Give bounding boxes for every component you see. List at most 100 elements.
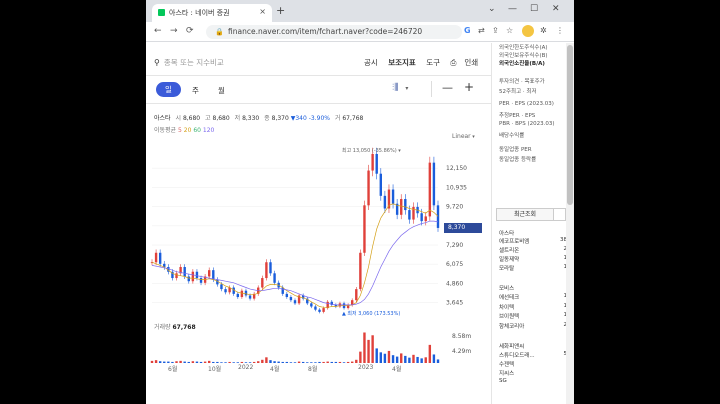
candle-body: [355, 289, 358, 301]
volume-bar: [318, 361, 321, 363]
volume-bar: [306, 362, 309, 363]
candle-body: [408, 210, 411, 220]
scrollbar[interactable]: [566, 43, 574, 404]
candle-body: [244, 290, 248, 296]
change-value: ▼340: [290, 115, 307, 122]
recent-item-name: 에선테크: [499, 295, 520, 301]
menu-indicators[interactable]: 보조지표: [388, 58, 416, 67]
recent-item[interactable]: 차이텍1: [499, 303, 567, 311]
maximize-button[interactable]: ☐: [530, 4, 538, 14]
extensions-icon[interactable]: ✲: [540, 26, 547, 35]
moving-average-legend: 이동평균 5 20 60 120: [154, 125, 214, 134]
recent-item-name: 일동제약: [499, 257, 520, 263]
period-month-button[interactable]: 월: [218, 85, 225, 96]
recent-item-name: 셀트리온: [499, 248, 520, 254]
compare-search[interactable]: ⚲ 종목 또는 지수비교: [154, 57, 224, 68]
info-line: 동일업종 등락률: [499, 157, 537, 163]
recent-item[interactable]: 모라탈1: [499, 264, 567, 272]
url-field[interactable]: 🔒 finance.naver.com/item/fchart.naver?co…: [206, 25, 462, 39]
recent-item[interactable]: 스튜디오드래...5: [499, 351, 567, 359]
period-week-button[interactable]: 주: [192, 85, 199, 96]
recent-item[interactable]: 모비스: [499, 284, 567, 292]
menu-print[interactable]: 인쇄: [464, 58, 478, 67]
recent-item[interactable]: 에선테크1: [499, 293, 567, 301]
new-tab-button[interactable]: +: [276, 4, 285, 17]
tab-close-icon[interactable]: ×: [259, 7, 266, 16]
candle-body: [187, 276, 190, 282]
menu-dots-icon[interactable]: ⋮: [556, 26, 564, 35]
close-window-button[interactable]: ✕: [552, 4, 560, 14]
volume-bar: [408, 357, 411, 363]
minimize-button[interactable]: —: [508, 4, 517, 14]
volume-bar: [171, 361, 174, 363]
volume-bar: [289, 362, 293, 363]
open-value: 8,680: [182, 115, 201, 122]
high-label: 고: [205, 115, 211, 122]
volume-bar: [212, 361, 215, 363]
period-day-button[interactable]: 일: [156, 82, 181, 97]
google-icon[interactable]: G: [464, 26, 471, 35]
y-tick-label: 3,645: [446, 300, 463, 307]
candle-body: [318, 309, 321, 312]
candle-body: [236, 293, 239, 298]
candle-body: [220, 284, 223, 290]
volume-bar: [175, 361, 178, 363]
candle-body: [436, 205, 440, 228]
volume-bar: [330, 361, 333, 363]
divider: [146, 103, 491, 104]
candle-body: [432, 162, 436, 206]
y-tick-label: 6,075: [446, 261, 463, 268]
bookmark-star-icon[interactable]: ☆: [506, 26, 513, 35]
volume-bar: [150, 360, 154, 363]
volume-bar: [158, 361, 162, 363]
recent-item[interactable]: 항체코리아2: [499, 322, 567, 330]
volume-bar: [301, 361, 305, 363]
x-tick-label: 6월: [168, 366, 178, 373]
zoom-out-button[interactable]: —: [442, 81, 453, 94]
volume-bar: [424, 357, 427, 363]
recent-views-tab[interactable]: 최근조회: [496, 208, 554, 221]
reload-icon[interactable]: ⟳: [186, 26, 194, 36]
candle-body: [375, 153, 378, 174]
forward-icon[interactable]: →: [170, 26, 178, 36]
volume-tick-mid: 4.29m: [452, 348, 472, 355]
tab-search-icon[interactable]: ⌄: [488, 4, 496, 14]
info-line: 52주최고 · 최저: [499, 89, 537, 95]
volume-bar: [391, 355, 395, 363]
high-value: 8,680: [212, 115, 230, 122]
volume-bar: [203, 361, 207, 363]
candle-body: [289, 297, 293, 301]
candle-body: [424, 216, 427, 222]
browser-window: 아스타 : 네이버 증권 × + ⌄ — ☐ ✕ ← → ⟳ 🔒 finance…: [146, 0, 574, 404]
browser-tab[interactable]: 아스타 : 네이버 증권 ×: [152, 4, 272, 22]
translate-icon[interactable]: ⇄: [478, 26, 485, 35]
low-value: 8,330: [242, 115, 260, 122]
volume-bar: [216, 361, 219, 363]
info-line: 동일업종 PER: [499, 147, 532, 153]
profile-avatar[interactable]: [522, 25, 534, 37]
recent-item[interactable]: 수젠텍: [499, 360, 567, 368]
volume-bar: [387, 350, 391, 363]
zoom-in-button[interactable]: +: [464, 80, 474, 94]
volume-value: 67,768: [342, 115, 364, 122]
recent-item[interactable]: 지씨스: [499, 369, 567, 377]
menu-disclosure[interactable]: 공시: [364, 58, 378, 67]
recent-item[interactable]: 일동제약1: [499, 255, 567, 263]
recent-item[interactable]: 세화피앤씨: [499, 342, 567, 350]
recent-item[interactable]: 아스타: [499, 229, 567, 237]
scrollbar-thumb[interactable]: [567, 45, 573, 205]
back-icon[interactable]: ←: [154, 26, 162, 36]
recent-item-name: 모비스: [499, 286, 515, 292]
share-icon[interactable]: ⇪: [492, 26, 499, 35]
recent-item[interactable]: 셀트리온2: [499, 246, 567, 254]
recent-item[interactable]: 브이원텍1: [499, 312, 567, 320]
volume-bar: [383, 353, 387, 363]
tab-spacer: [554, 208, 566, 221]
recent-item[interactable]: 에코프로비엠 38: [499, 237, 567, 245]
volume-bar: [367, 339, 370, 363]
x-tick-label: 4월: [392, 366, 402, 373]
menu-tools[interactable]: 도구: [426, 58, 440, 67]
chart-type-selector[interactable]: ⫶⫼ ▾: [392, 83, 408, 93]
info-line: 외국인한도주식수(A): [499, 45, 548, 51]
recent-item[interactable]: SG: [499, 378, 567, 384]
